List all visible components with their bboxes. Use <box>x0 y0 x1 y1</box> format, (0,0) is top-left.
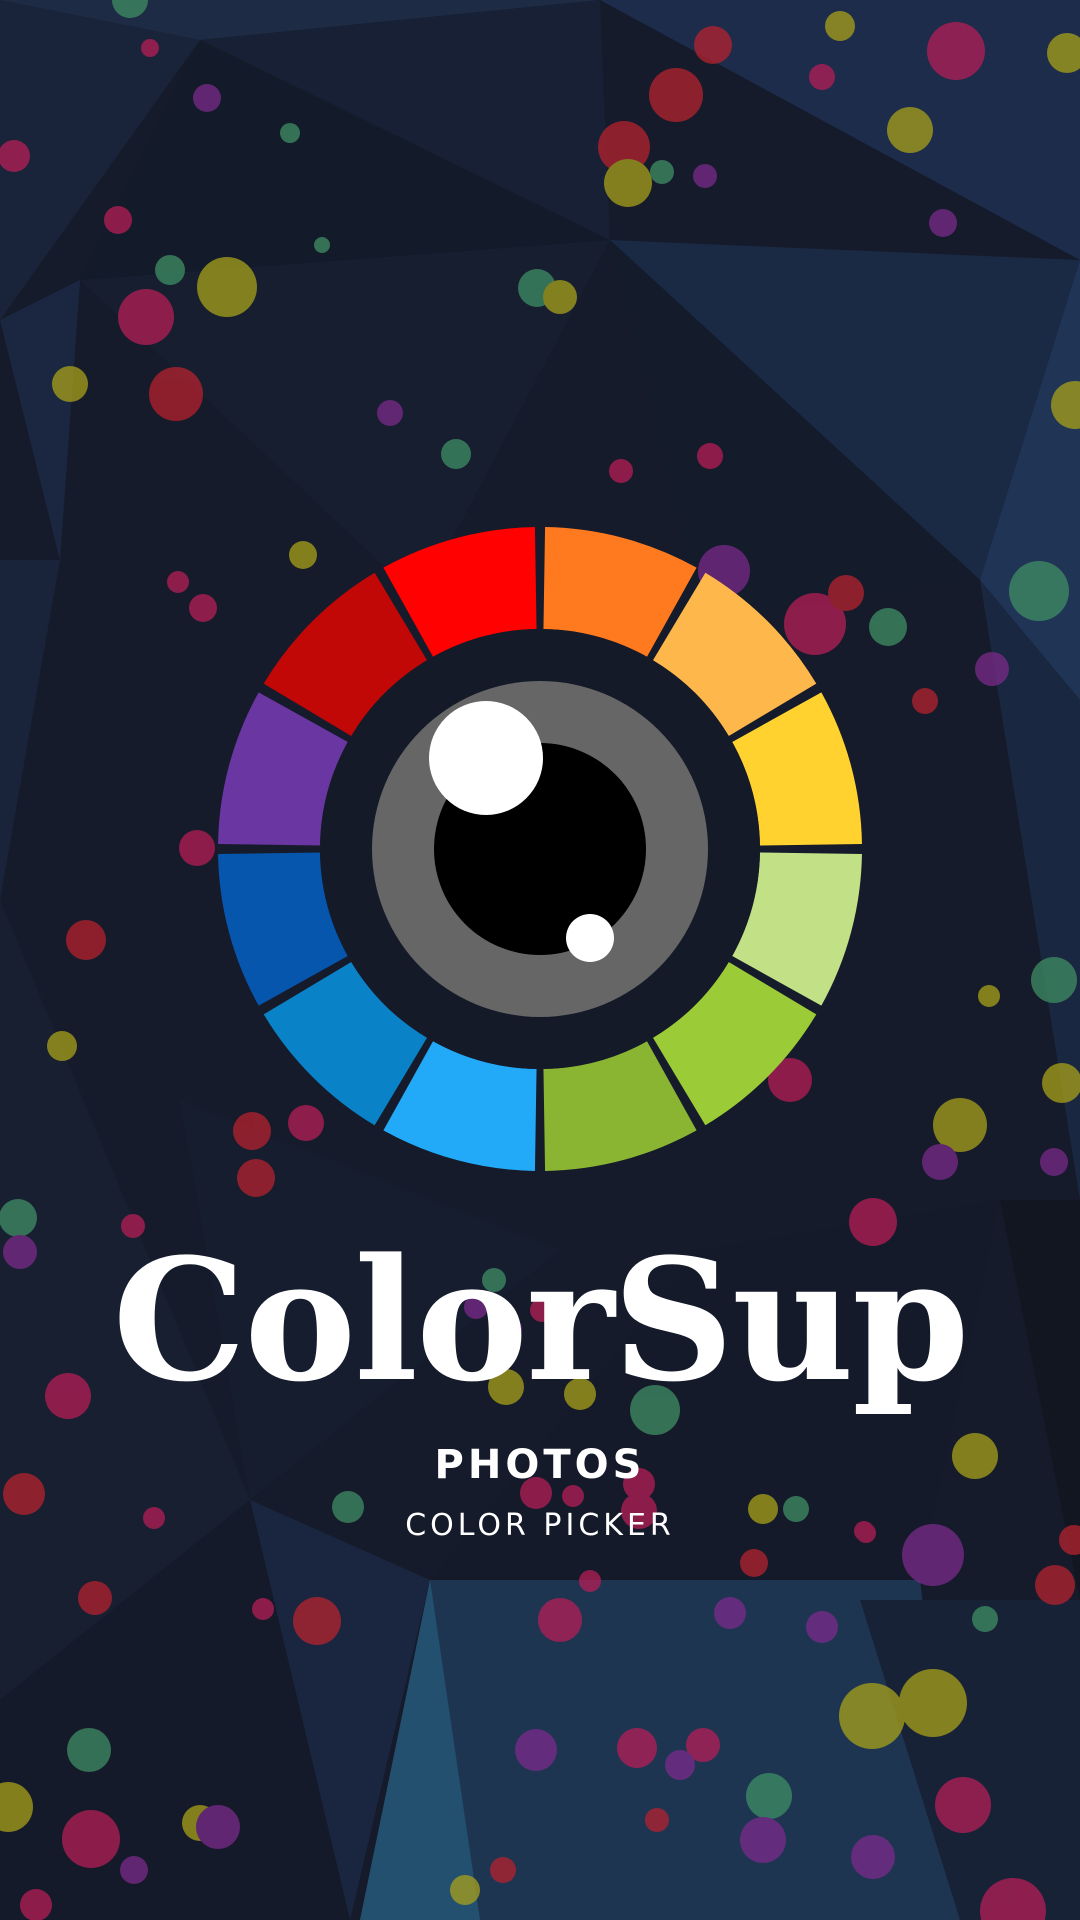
eye-highlight-large <box>429 701 543 815</box>
splash-screen: ColorSup PHOTOS COLOR PICKER <box>0 0 1080 1920</box>
eye-highlight-small <box>566 914 614 962</box>
app-subtitle-color-picker: COLOR PICKER <box>405 1508 675 1543</box>
brand-block: ColorSup PHOTOS COLOR PICKER <box>0 1230 1080 1543</box>
app-title: ColorSup <box>112 1221 969 1419</box>
color-wheel-eye-icon <box>218 527 862 1171</box>
app-subtitle-photos: PHOTOS <box>434 1442 646 1488</box>
